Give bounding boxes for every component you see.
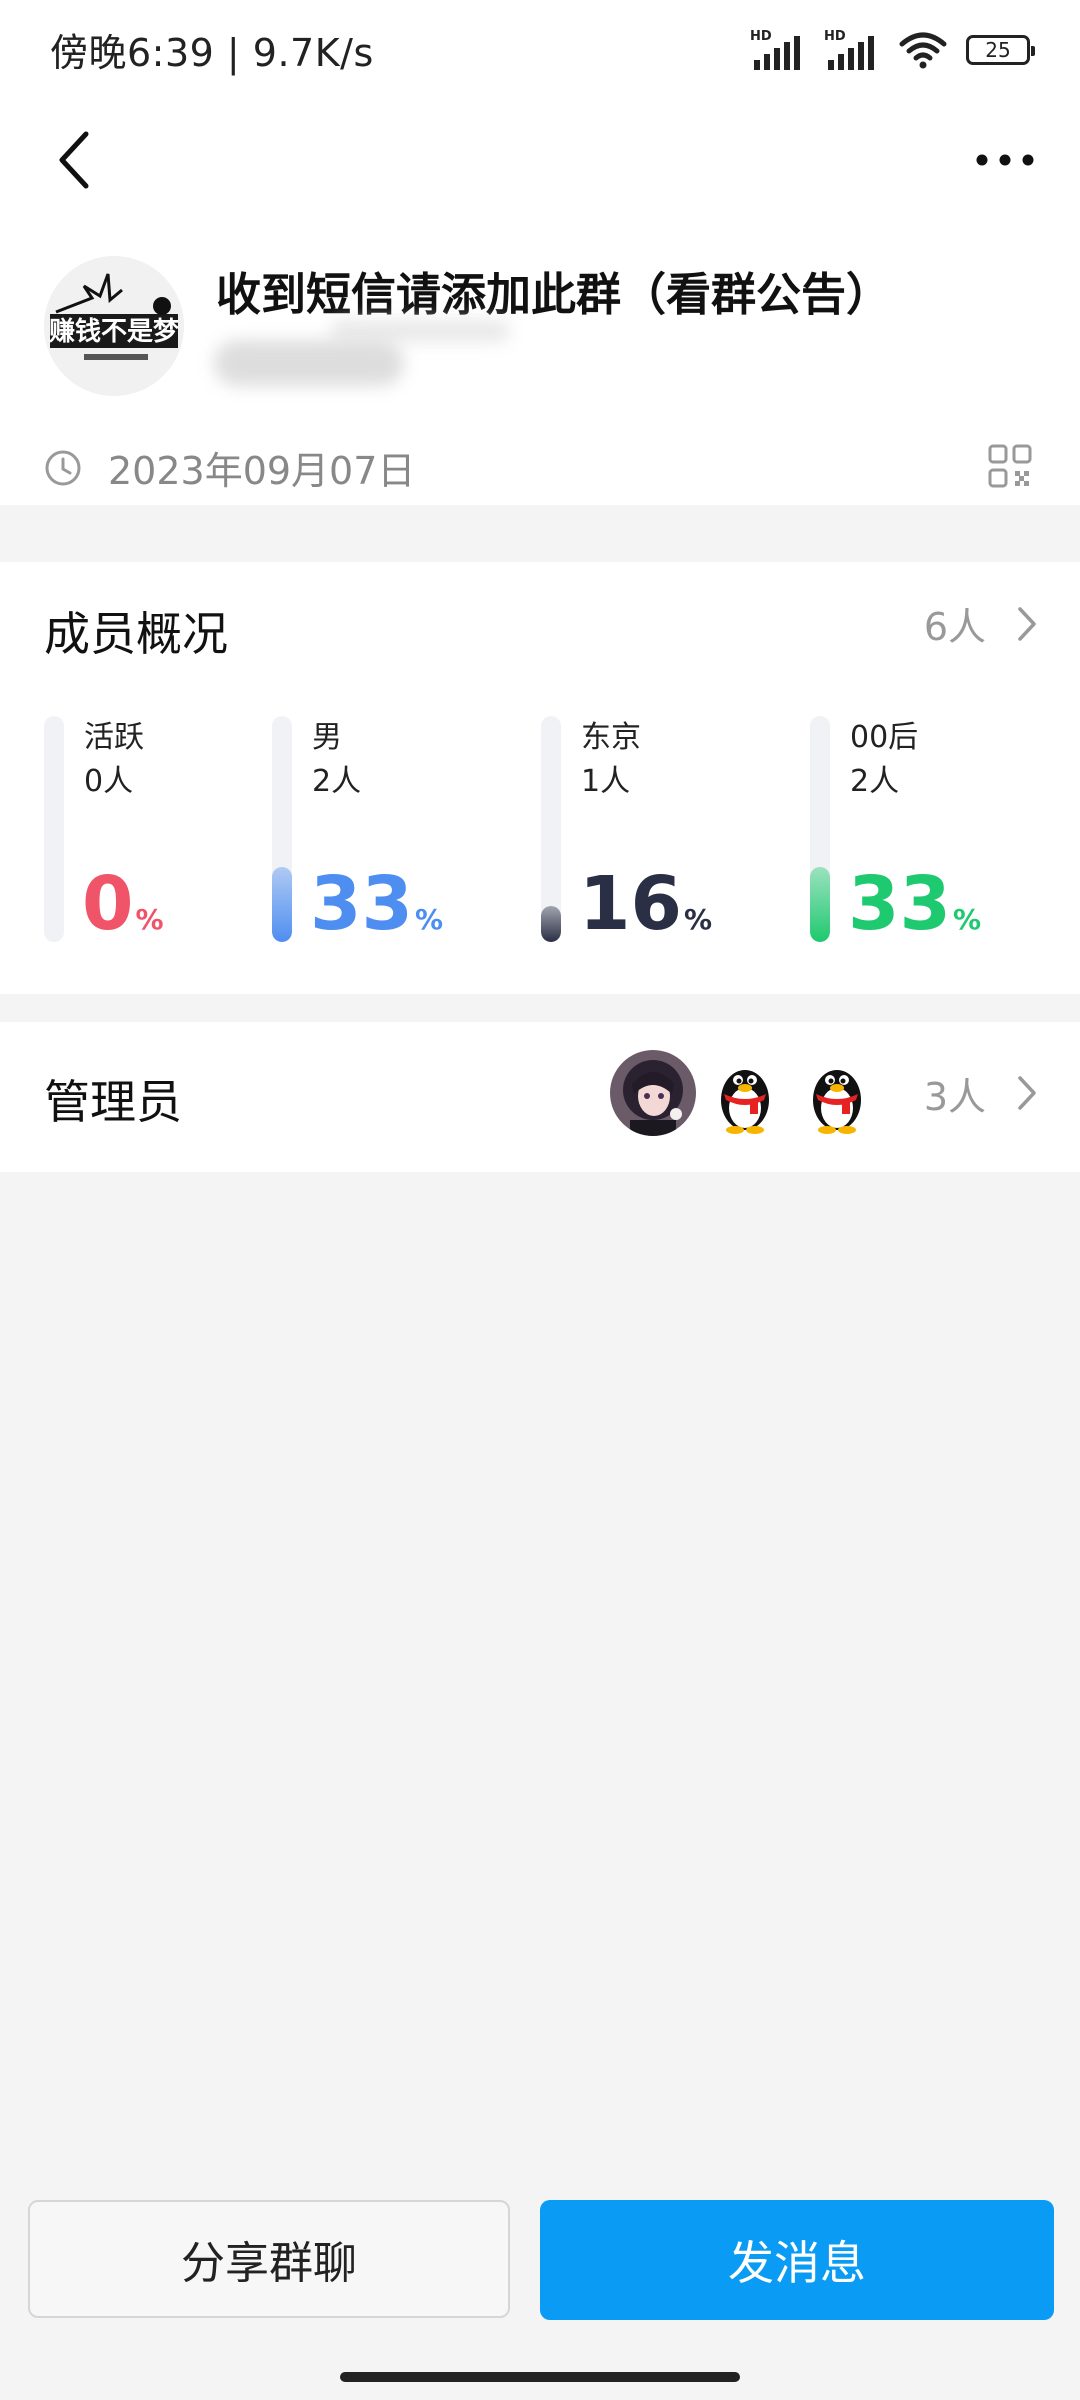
- stat-percent-sign: %: [683, 903, 713, 936]
- stat-percent-sign: %: [135, 903, 164, 936]
- stat-bar-fill: [810, 867, 830, 942]
- stat-age: 00后 2人 33%: [810, 716, 1070, 946]
- stat-bar-track: [810, 716, 830, 942]
- stat-percent-value: 33: [310, 861, 413, 947]
- battery-level: 25: [985, 38, 1011, 62]
- stat-label: 00后: [850, 720, 919, 755]
- created-date: 2023年09月07日: [108, 449, 416, 493]
- stat-percent: 33%: [848, 864, 981, 960]
- admin-avatars: [609, 1050, 880, 1136]
- chevron-left-icon: [59, 131, 89, 189]
- created-date-row: 2023年09月07日: [44, 440, 415, 495]
- admin-avatar: [701, 1050, 788, 1136]
- home-indicator[interactable]: [340, 2372, 740, 2382]
- qr-code-icon: [988, 444, 1032, 488]
- more-dots-icon: [976, 154, 1034, 166]
- share-group-label: 分享群聊: [181, 2238, 357, 2289]
- svg-text:赚钱不是梦: 赚钱不是梦: [49, 317, 180, 347]
- anime-avatar-icon: [609, 1050, 696, 1136]
- penguin-avatar-icon: [701, 1050, 788, 1136]
- stat-percent-value: 33: [848, 861, 951, 947]
- more-button[interactable]: [970, 140, 1040, 180]
- stat-bar-fill: [541, 905, 561, 942]
- wifi-icon: [899, 32, 947, 69]
- battery-tip: [1031, 46, 1035, 56]
- status-icons: HD HD 25: [750, 28, 1035, 72]
- admin-avatar: [609, 1050, 696, 1136]
- stat-percent-value: 16: [579, 861, 682, 947]
- stat-bar-track: [44, 716, 64, 942]
- clock-icon: [45, 450, 81, 485]
- svg-text:HD: HD: [824, 29, 846, 44]
- stat-bar-fill: [272, 867, 292, 942]
- stat-percent-value: 0: [82, 861, 134, 947]
- penguin-avatar-icon: [793, 1050, 880, 1136]
- stat-percent-sign: %: [414, 903, 444, 936]
- chevron-right-icon: [1018, 606, 1036, 641]
- admin-avatar: [793, 1050, 880, 1136]
- admin-title: 管理员: [44, 1075, 182, 1129]
- stat-label: 活跃: [84, 720, 144, 755]
- group-avatar[interactable]: 赚钱不是梦: [44, 256, 184, 396]
- stat-label: 东京: [581, 720, 641, 755]
- stat-active: 活跃 0人 0%: [44, 716, 304, 946]
- blurred-group-id: [214, 340, 404, 386]
- blurred-id-detail: [330, 320, 510, 342]
- member-count-link[interactable]: 6人: [924, 596, 1038, 651]
- stat-percent: 33%: [310, 864, 443, 960]
- stat-percent-sign: %: [952, 903, 982, 936]
- member-overview-title: 成员概况: [44, 607, 228, 661]
- stat-label: 男: [312, 720, 342, 755]
- svg-text:HD: HD: [750, 29, 772, 44]
- send-message-label: 发消息: [728, 2236, 866, 2290]
- stat-count: 0人: [84, 764, 134, 799]
- stat-count: 2人: [312, 764, 362, 799]
- member-count: 6人: [923, 605, 986, 649]
- stat-bar-track: [272, 716, 292, 942]
- admin-count: 3人: [923, 1074, 986, 1119]
- share-group-button[interactable]: 分享群聊: [28, 2200, 510, 2318]
- stat-male: 男 2人 33%: [272, 716, 532, 946]
- back-button[interactable]: [46, 120, 106, 200]
- stat-bar-track: [541, 716, 561, 942]
- stat-count: 1人: [581, 764, 631, 799]
- status-time-speed: 傍晚6:39 | 9.7K/s: [50, 31, 374, 75]
- group-name: 收到短信请添加此群（看群公告）: [216, 268, 892, 321]
- stat-count: 2人: [850, 764, 900, 799]
- qr-code-button[interactable]: [988, 444, 1032, 488]
- group-logo-icon: 赚钱不是梦: [44, 256, 184, 396]
- stat-percent: 0%: [82, 864, 164, 960]
- signal-hd-icon: HD: [750, 29, 800, 70]
- stat-percent: 16%: [579, 864, 712, 960]
- stat-city: 东京 1人 16%: [541, 716, 801, 946]
- battery-icon: 25: [966, 35, 1035, 65]
- send-message-button[interactable]: 发消息: [540, 2200, 1054, 2320]
- admin-link[interactable]: 3人: [609, 1050, 1038, 1136]
- chevron-right-icon: [1018, 1076, 1036, 1110]
- signal-hd-icon: HD: [824, 29, 874, 70]
